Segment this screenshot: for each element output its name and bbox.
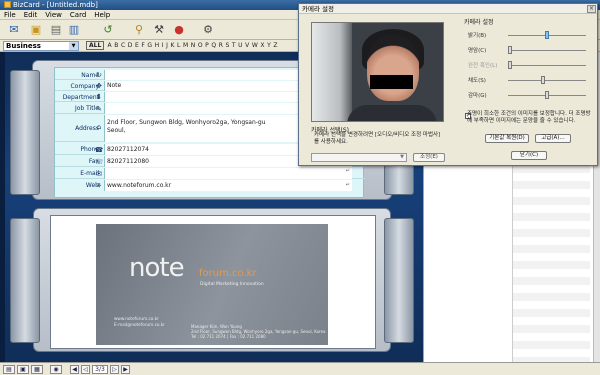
open-folder-icon[interactable]: ▣ [28,22,44,37]
alpha-letter[interactable]: S [224,42,230,49]
slider-thumb[interactable] [545,91,549,99]
alpha-all[interactable]: ALL [86,41,105,50]
refresh-icon[interactable]: ↻ [94,71,104,79]
slider-thumb[interactable] [541,76,546,84]
home-icon[interactable]: ⌂ [94,123,104,131]
last-page-icon[interactable]: ▶ [121,365,130,374]
alpha-letter[interactable]: O [197,42,204,49]
mail-icon[interactable]: ✉ [94,170,104,178]
globe-icon[interactable]: ⚘ [94,182,104,190]
alpha-letter[interactable]: W [251,42,260,49]
card-logo: note [129,253,185,283]
card-list-rows[interactable] [512,165,590,362]
business-card-photo: note forum.co.kr Digital Marketing Innov… [96,224,328,345]
close-icon[interactable]: × [587,5,596,13]
tools-icon[interactable]: ⚒ [151,22,167,37]
menu-card[interactable]: Card [66,10,90,20]
settings-icon[interactable]: ⚙ [200,22,216,37]
holder-left-bracket [10,70,40,195]
alpha-letter[interactable]: A [106,42,113,49]
menu-view[interactable]: View [41,10,66,20]
view-photo-icon[interactable]: ▦ [31,365,43,374]
alpha-letter[interactable]: U [237,42,244,49]
alpha-letter[interactable]: B [113,42,120,49]
slider-brightness[interactable]: 밝기(B) [456,30,594,40]
first-page-icon[interactable]: ◀ [70,365,79,374]
delete-icon[interactable]: ● [171,22,187,37]
camera-note: 카메라 선택을 변경하려면 [오디오/비디오 조정 마법사]를 사용하세요. [314,132,441,145]
next-page-icon[interactable]: ▷ [110,365,119,374]
fax-icon[interactable]: ☏ [94,158,104,166]
settings-group-title: 카메라 설정 [464,19,494,26]
save-icon[interactable]: ▥ [66,22,82,37]
status-bar: ▤ ▣ ▦ ◉ ◀ ◁ 3/3 ▷ ▶ [0,362,600,375]
camera-preview [311,22,444,122]
card-contact-left: www.noteforum.co.kr E-mail@noteforum.co.k… [114,316,165,327]
alpha-letter[interactable]: N [189,42,196,49]
email-input[interactable]: ↵ [104,168,352,179]
camera-icon[interactable]: ◉ [50,365,62,374]
slider-thumb[interactable] [508,46,512,54]
new-card-icon[interactable]: ▤ [48,22,64,37]
page-indicator: 3/3 [92,365,108,374]
move-icon[interactable]: ✥ [94,82,104,90]
adjust-button[interactable]: 조정(E) [413,153,445,162]
restore-default-button[interactable]: 기본값 복원(D) [485,134,529,143]
chevron-down-icon: ▼ [69,42,78,50]
slider-saturation[interactable]: 채도(S) [456,75,594,85]
alpha-letter[interactable]: T [231,42,237,49]
alpha-letter[interactable]: D [126,42,133,49]
card-image-panel: note forum.co.kr Digital Marketing Innov… [50,215,376,349]
alphabet-index: ALL ABCDEFGHIJKLMNOPQRSTUVWXYZ [86,41,279,51]
menu-help[interactable]: Help [90,10,114,20]
prev-page-icon[interactable]: ◁ [81,365,90,374]
camera-select[interactable]: ▼ [311,153,407,162]
camera-settings-dialog: 카메라 설정 × 카메라 선택(S) 카메라 선택을 변경하려면 [오디오/비디… [298,3,598,166]
card-contact-right: Manager Kim, Won Young 2nd Floor, Sungwon… [191,324,326,339]
down-arrow-icon[interactable]: ⬇ [94,93,104,101]
window-title: BizCard - [Untitled.mdb] [13,1,98,9]
slider-black-level[interactable]: 완전 흑인(L) [456,60,594,70]
scan-icon[interactable]: ✉ [6,22,22,37]
card-tagline: Digital Marketing Innovation [200,282,264,287]
privacy-bar [370,75,413,89]
card-domain: forum.co.kr [199,268,257,279]
view-list-icon[interactable]: ▤ [3,365,15,374]
low-light-label: 조명이 희소한 조건의 이미지를 보정합니다. 더 조명방해 부족하면 이미지에… [467,111,591,124]
web-input[interactable]: www.noteforum.co.kr ↵ [104,180,352,191]
category-select[interactable]: Business ▼ [3,41,79,51]
view-card-icon[interactable]: ▣ [17,365,29,374]
slider-gamma[interactable]: 감마(G) [456,90,594,100]
category-selected: Business [6,42,41,50]
advanced-button[interactable]: 고급(A)... [535,134,571,143]
slider-thumb[interactable] [508,61,512,69]
alpha-letter[interactable]: V [244,42,251,49]
close-button[interactable]: 닫기(C) [511,151,547,160]
alpha-letter[interactable]: L [176,42,182,49]
app-icon [4,1,11,8]
enter-icon: ↵ [345,182,350,188]
menu-edit[interactable]: Edit [20,10,42,20]
phone-icon[interactable]: ☎ [94,146,104,154]
holder-right-bracket-lower [384,218,414,343]
search-icon[interactable]: ⚲ [131,22,147,37]
menu-file[interactable]: File [0,10,20,20]
refresh-icon[interactable]: ↺ [100,22,116,37]
holder-left-bracket-lower [10,218,40,343]
enter-icon: ↵ [345,168,350,174]
dialog-title: 카메라 설정 [299,4,597,14]
alpha-letter[interactable]: Z [272,42,279,49]
slider-contrast[interactable]: 명암(C) [456,45,594,55]
edit-icon[interactable]: ✎ [94,105,104,113]
alpha-letter[interactable]: X [259,42,266,49]
slider-thumb[interactable] [545,31,549,39]
alpha-letter[interactable]: K [169,42,176,49]
